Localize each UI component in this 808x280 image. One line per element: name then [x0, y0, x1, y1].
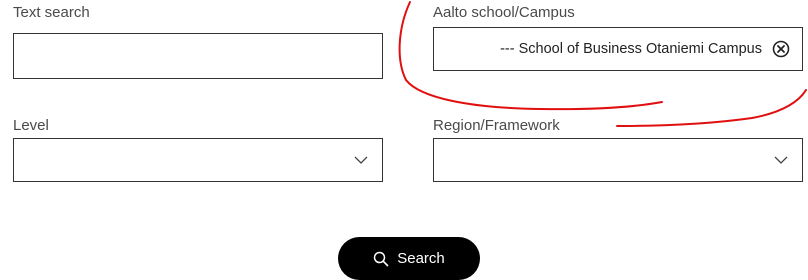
clear-icon[interactable]	[772, 40, 790, 58]
text-search-label: Text search	[13, 4, 90, 21]
search-icon	[373, 251, 389, 266]
chevron-down-icon	[774, 156, 788, 164]
chevron-down-icon	[354, 156, 368, 164]
level-label: Level	[13, 117, 49, 134]
region-select[interactable]	[433, 138, 803, 182]
campus-select[interactable]: --- School of Business Otaniemi Campus	[433, 27, 803, 71]
campus-selected-value: --- School of Business Otaniemi Campus	[500, 41, 762, 57]
level-select[interactable]	[13, 138, 383, 182]
text-search-field	[13, 33, 383, 79]
search-button-label: Search	[397, 250, 445, 267]
campus-label: Aalto school/Campus	[433, 4, 575, 21]
text-search-input[interactable]	[14, 34, 382, 78]
search-button[interactable]: Search	[338, 237, 480, 280]
region-label: Region/Framework	[433, 117, 560, 134]
